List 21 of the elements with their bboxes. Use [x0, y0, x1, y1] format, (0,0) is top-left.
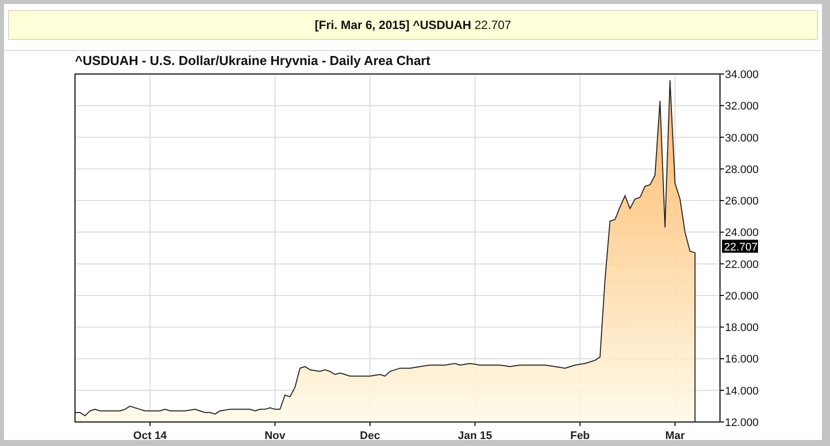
axis-label: 28.000 — [725, 164, 759, 176]
axis-label: 26.000 — [725, 196, 759, 208]
axis-label: Oct 14 — [133, 430, 167, 440]
chart-title: ^USDUAH - U.S. Dollar/Ukraine Hryvnia - Daily Area Chart — [75, 53, 432, 69]
axis-label: 34.000 — [725, 69, 759, 81]
axis-label: 24.000 — [725, 227, 759, 240]
axis-label: 30.000 — [725, 132, 759, 144]
axis-label: Mar — [665, 430, 685, 440]
axis-label: Dec — [360, 430, 380, 440]
axis-label: Nov — [264, 430, 286, 440]
axis-label: 22.000 — [725, 258, 759, 271]
axis-label: 14.000 — [725, 385, 759, 398]
axis-label: 12.000 — [725, 417, 759, 429]
axis-label: Jan 15 — [458, 430, 492, 440]
last-value-tag: 22.707 — [722, 240, 758, 254]
axis-label: 20.000 — [725, 290, 759, 302]
axis-label: 32.000 — [725, 100, 759, 113]
quote-text: [Fri. Mar 6, 2015] ^USDUAH 22.707 — [314, 18, 512, 32]
axis-label: 18.000 — [725, 322, 759, 334]
axis-label: Feb — [570, 430, 590, 440]
axis-label: 16.000 — [725, 354, 759, 366]
